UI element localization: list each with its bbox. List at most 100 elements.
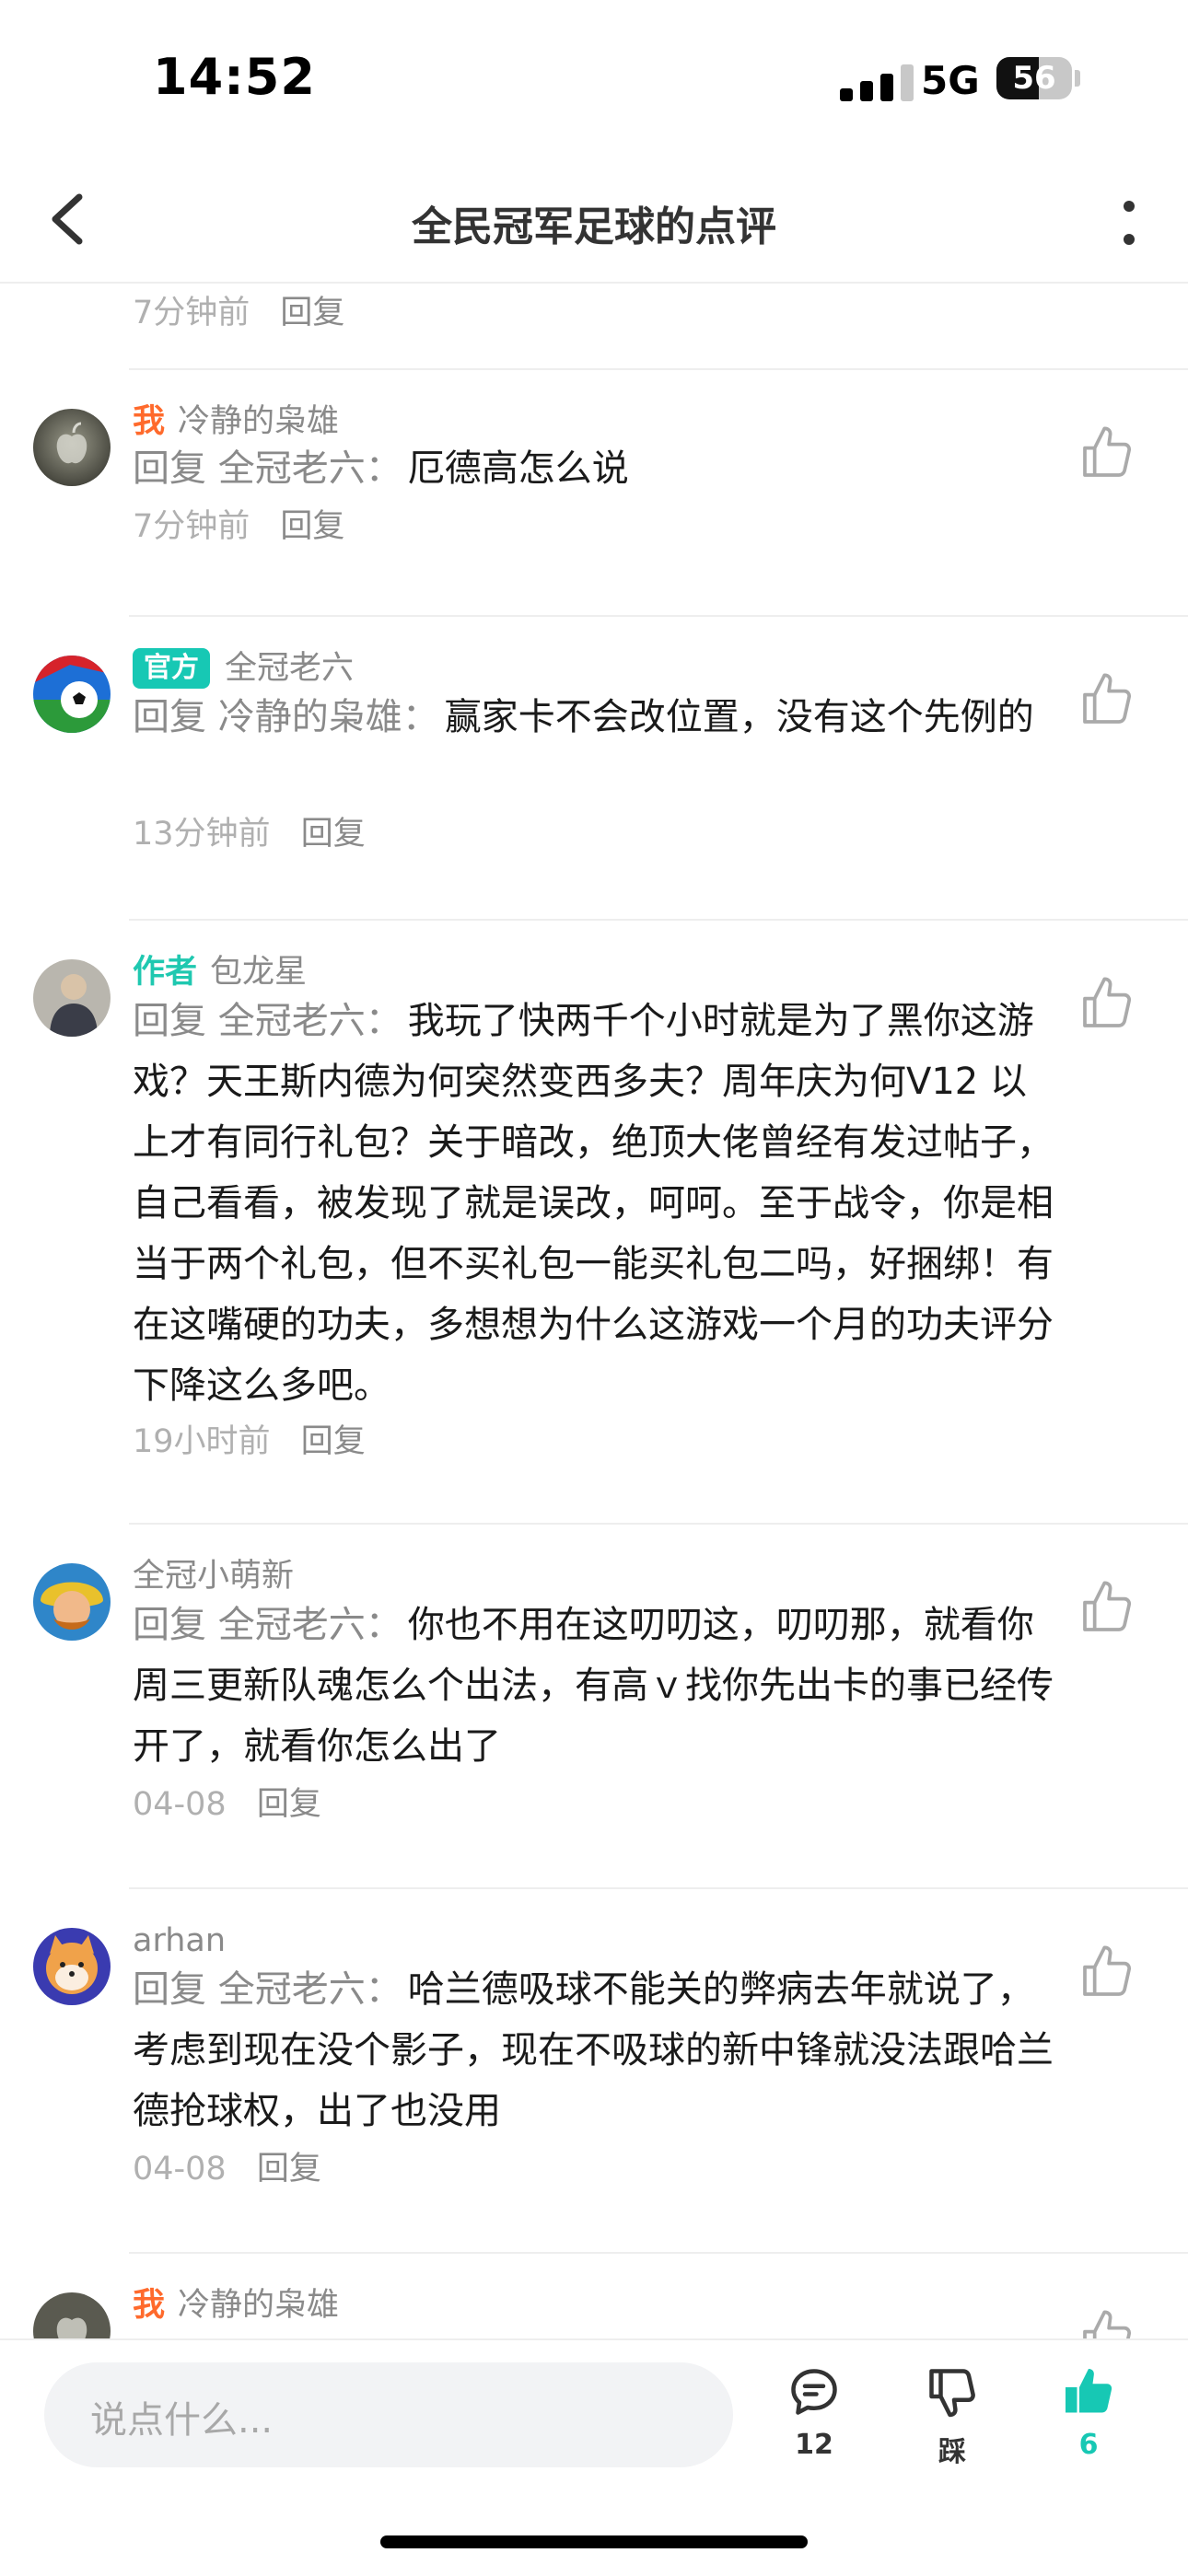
comment-time: 13分钟前 [133,816,271,853]
comment-text: 我玩了快两千个小时就是为了黑你这游戏？天王斯内德为何突然变西多夫？周年庆为何V1… [133,1000,1054,1407]
username[interactable]: arhan [133,1922,226,1959]
battery-tip [1075,70,1080,87]
comment-footer: 13分钟前 回复 [133,812,366,856]
thumbs-up-icon [1083,426,1132,477]
thumbs-up-filled-icon [1066,2369,1112,2413]
soccer-ball-avatar-icon [33,656,111,733]
official-tag: 官方 [133,648,210,689]
reply-button[interactable]: 回复 [301,1423,366,1460]
nav-bar: 全民冠军足球的点评 [0,157,1188,284]
comment-footer: 19小时前 回复 [133,1420,366,1464]
comment-time: 7分钟前 [133,508,250,545]
status-bar: 14:52 5G 56 [0,0,1188,157]
shiba-avatar-icon [33,1928,111,2005]
comment-footer: 7分钟前 回复 [133,505,344,549]
like-button[interactable] [1077,1578,1136,1637]
comment-footer: 04-08 回复 [133,1782,321,1827]
comment-body[interactable]: 回复 冷静的枭雄： 赢家卡不会改位置，没有这个先例的 [133,687,1054,748]
comment-time: 19小时前 [133,1423,271,1460]
avatar[interactable] [33,2292,111,2338]
apple-logo-avatar-icon [33,2292,111,2338]
reply-target: 回复 全冠老六： [133,1000,402,1042]
username[interactable]: 全冠老六 [225,650,354,687]
comment-list[interactable]: 7分钟前 回复 我冷静的枭雄 回复 全冠老六： 厄德高怎么说 7分钟前 回复 官… [0,284,1188,2338]
thumbs-down-icon [929,2369,975,2418]
thumbs-up-icon [1083,2310,1132,2338]
comment-count: 12 [795,2429,833,2461]
clock: 14:52 [153,48,316,106]
username[interactable]: 包龙星 [210,954,307,991]
comment-text: 厄德高怎么说 [407,447,629,490]
comment-footer: 7分钟前 回复 [133,291,344,335]
like-count: 6 [1078,2429,1099,2461]
comment-bubble-icon [791,2369,837,2415]
comment-input-placeholder: 说点什么... [90,2399,274,2442]
comment-body[interactable]: 回复 全冠老六： 我玩了快两千个小时就是为了黑你这游戏？天王斯内德为何突然变西多夫… [133,991,1054,1416]
comment-header: 我冷静的枭雄 [133,2283,339,2327]
avatar[interactable] [33,1563,111,1641]
author-tag: 作者 [133,954,198,991]
comment-count-button[interactable]: 12 [759,2364,869,2475]
like-button[interactable] [1077,2307,1136,2338]
comment-footer: 04-08 回复 [133,2147,321,2191]
like-button[interactable] [1077,424,1136,482]
reply-button[interactable]: 回复 [301,816,366,853]
avatar[interactable] [33,1928,111,2005]
reply-button[interactable]: 回复 [280,295,344,331]
like-button[interactable] [1077,1943,1136,2002]
dot [1124,201,1135,212]
comment-item: 我冷静的枭雄 [0,2254,1188,2338]
person-photo-avatar-icon [33,959,111,1037]
home-indicator[interactable] [380,2535,808,2548]
username[interactable]: 冷静的枭雄 [178,2287,339,2324]
comment-item: arhan 回复 全冠老六： 哈兰德吸球不能关的弊病去年就说了，考虑到现在没个影子… [0,1889,1188,2254]
comment-item: 全冠小萌新 回复 全冠老六： 你也不用在这叨叨这，叨叨那，就看你周三更新队魂怎么个… [0,1525,1188,1889]
reply-target: 回复 全冠老六： [133,1604,402,1646]
comment-body[interactable]: 回复 全冠老六： 哈兰德吸球不能关的弊病去年就说了，考虑到现在没个影子，现在不吸球… [133,1959,1054,2141]
comment-header: 作者 包龙星 [133,950,307,994]
comment-item: 作者 包龙星 回复 全冠老六： 我玩了快两千个小时就是为了黑你这游戏？天王斯内德为何… [0,921,1188,1525]
network-type: 5G [921,58,980,103]
reply-button[interactable]: 回复 [280,508,344,545]
like-button[interactable] [1077,974,1136,1033]
reply-target: 回复 全冠老六： [133,447,402,490]
page-title: 全民冠军足球的点评 [412,203,776,250]
barbarian-avatar-icon [33,1563,111,1641]
username[interactable]: 全冠小萌新 [133,1558,294,1595]
comment-body[interactable]: 回复 全冠老六： 你也不用在这叨叨这，叨叨那，就看你周三更新队魂怎么个出法，有高ｖ… [133,1595,1054,1777]
more-options-button[interactable] [1105,193,1151,252]
avatar[interactable] [33,959,111,1037]
like-button[interactable] [1077,670,1136,729]
reply-button[interactable]: 回复 [257,2151,321,2187]
me-tag: 我 [133,2287,166,2324]
comment-item: 7分钟前 回复 [0,284,1188,370]
me-tag: 我 [133,403,166,440]
comment-header: arhan [133,1919,226,1963]
cellular-signal-icon [840,64,917,101]
reply-target: 回复 冷静的枭雄： [133,696,439,738]
comment-time: 7分钟前 [133,295,250,331]
thumbs-up-icon [1083,1581,1132,1631]
reply-button[interactable]: 回复 [257,1786,321,1823]
comment-time: 04-08 [133,1786,227,1823]
thumbs-up-icon [1083,1945,1132,1996]
comment-text: 赢家卡不会改位置，没有这个先例的 [444,696,1034,738]
battery-level: 56 [1012,60,1056,97]
battery-icon: 56 [996,57,1072,99]
avatar[interactable] [33,656,111,733]
comment-body[interactable]: 回复 全冠老六： 厄德高怎么说 [133,438,1054,499]
apple-logo-avatar-icon [33,409,111,486]
username[interactable]: 冷静的枭雄 [178,403,339,440]
dislike-button[interactable]: 踩 [897,2364,1007,2475]
like-count-button[interactable]: 6 [1033,2364,1144,2475]
comment-header: 全冠小萌新 [133,1554,294,1598]
comment-header: 我冷静的枭雄 [133,400,339,444]
comment-header: 官方 全冠老六 [133,646,354,690]
thumbs-up-icon [1083,673,1132,724]
comment-item: 官方 全冠老六 回复 冷静的枭雄： 赢家卡不会改位置，没有这个先例的 13分钟前 回… [0,617,1188,921]
avatar[interactable] [33,409,111,486]
comment-input[interactable]: 说点什么... [44,2362,733,2467]
dot [1124,234,1135,245]
comment-item: 我冷静的枭雄 回复 全冠老六： 厄德高怎么说 7分钟前 回复 [0,370,1188,617]
comment-time: 04-08 [133,2151,227,2187]
